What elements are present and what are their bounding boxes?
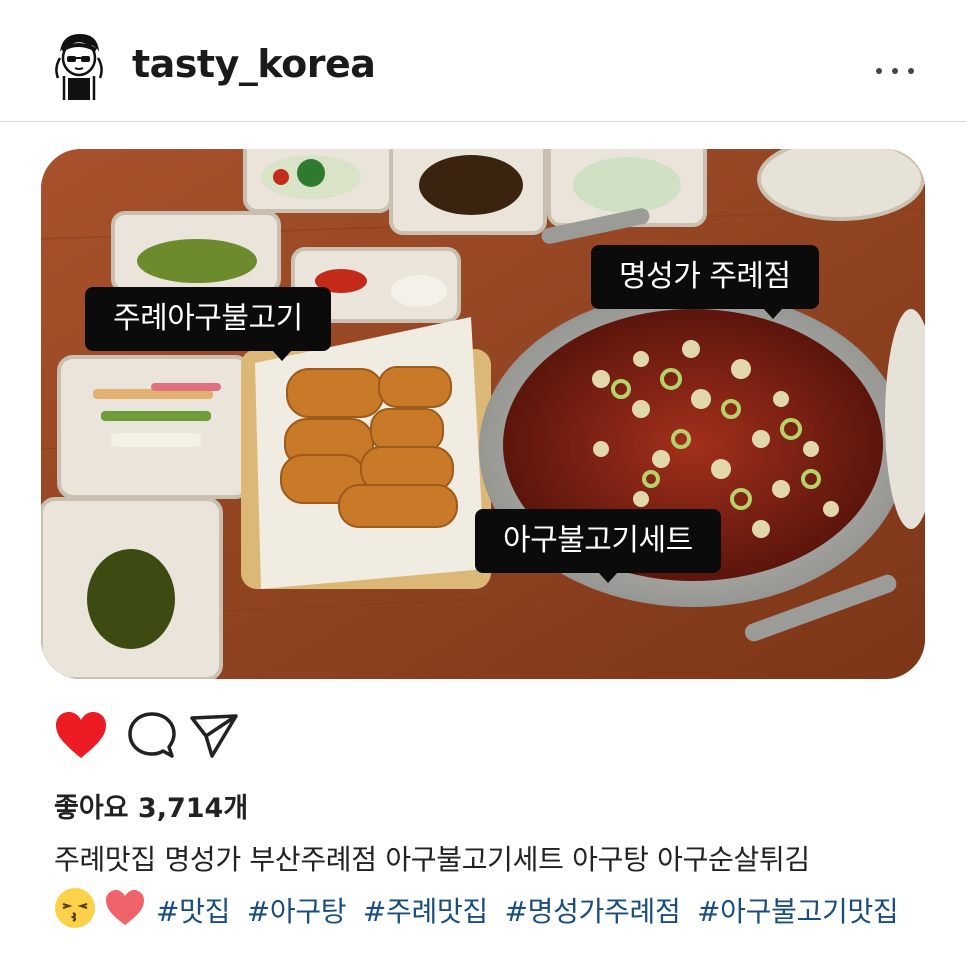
likes-count[interactable]: 좋아요 3,714개: [54, 786, 248, 825]
hashtag-link[interactable]: #아구불고기맛집: [697, 895, 899, 928]
kissing-face-emoji: [54, 887, 96, 929]
username[interactable]: tasty_korea: [132, 42, 376, 86]
hashtag-link[interactable]: #맛집: [156, 895, 230, 928]
paper-plane-icon[interactable]: [186, 710, 240, 762]
post-header: tasty_korea: [0, 0, 966, 122]
hashtag-link[interactable]: #명성가주례점: [504, 895, 680, 928]
post-photo[interactable]: 주례아구불고기 명성가 주례점 아구불고기세트: [41, 149, 925, 679]
photo-tag[interactable]: 주례아구불고기: [85, 287, 331, 361]
red-heart-emoji: [104, 887, 146, 929]
photo-tag-label: 주례아구불고기: [113, 301, 303, 336]
comment-bubble-icon[interactable]: [126, 710, 180, 762]
hashtag-link[interactable]: #주례맛집: [363, 895, 488, 928]
hashtag-link[interactable]: #아구탕: [247, 895, 347, 928]
photo-tag-label: 명성가 주례점: [619, 259, 791, 294]
photo-tag-label: 아구불고기세트: [503, 523, 693, 558]
avatar[interactable]: [50, 30, 106, 102]
post-actions: [54, 710, 294, 762]
photo-tag[interactable]: 아구불고기세트: [475, 509, 721, 583]
caption-text: 주례맛집 명성가 부산주례점 아구불고기세트 아구탕 아구순살튀김: [54, 843, 810, 876]
hashtags: #맛집 #아구탕 #주례맛집 #명성가주례점 #아구불고기맛집: [156, 890, 906, 930]
heart-filled-icon[interactable]: [54, 710, 108, 762]
ellipsis-icon[interactable]: [874, 64, 916, 78]
photo-tag[interactable]: 명성가 주례점: [591, 245, 819, 319]
